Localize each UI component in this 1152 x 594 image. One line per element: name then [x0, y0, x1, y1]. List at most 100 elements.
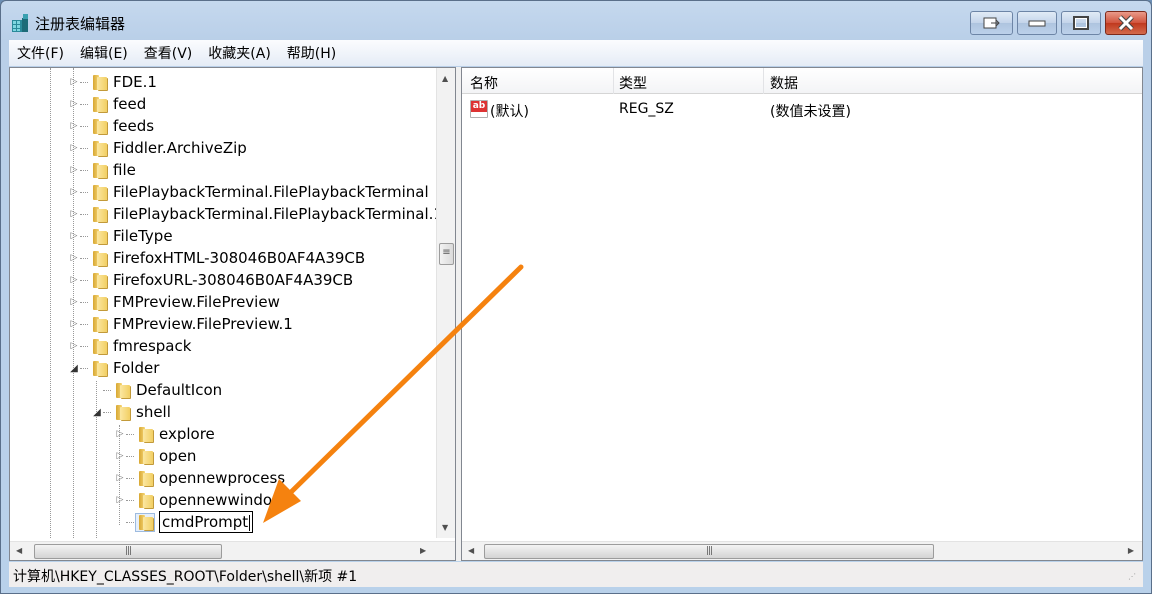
expand-arrow-icon[interactable]: ▷: [68, 99, 80, 109]
tree-item[interactable]: ▷ feed: [68, 93, 147, 115]
maximize-button[interactable]: [1061, 11, 1101, 35]
expand-arrow-icon[interactable]: ▷: [68, 297, 80, 307]
tree-vertical-scrollbar[interactable]: ▲ ≡ ▼: [436, 68, 455, 538]
tree-horizontal-scrollbar[interactable]: ◀ ||| ▶: [10, 541, 455, 560]
tree-item[interactable]: ▷ Fiddler.ArchiveZip: [68, 137, 247, 159]
expand-arrow-icon[interactable]: ▷: [68, 231, 80, 241]
registry-tree[interactable]: ▷ FDE.1 ▷ feed ▷ feeds ▷ Fiddler.ArchiveZip ▷ fil…: [9, 67, 456, 561]
tree-item[interactable]: ▷ explore: [114, 423, 215, 445]
tree-item[interactable]: ◢ shell: [91, 401, 171, 423]
folder-icon: [90, 272, 108, 289]
expand-arrow-icon[interactable]: ▷: [114, 451, 126, 461]
tree-item[interactable]: ▷ FilePlaybackTerminal.FilePlaybackTermin…: [68, 203, 443, 225]
expand-arrow-icon[interactable]: ▷: [68, 77, 80, 87]
tree-hscroll-thumb[interactable]: |||: [34, 544, 222, 559]
tree-item-label: explore: [159, 425, 215, 443]
tree-item[interactable]: ▷ FilePlaybackTerminal.FilePlaybackTermin…: [68, 181, 429, 203]
resize-grip-icon[interactable]: ⋰: [1128, 572, 1140, 584]
list-header: 名称 类型 数据: [462, 68, 1142, 94]
collapse-arrow-icon[interactable]: ◢: [68, 363, 80, 374]
tree-item[interactable]: ▷ FDE.1: [68, 71, 157, 93]
tree-item-label: FilePlaybackTerminal.FilePlaybackTermina…: [113, 183, 429, 201]
tree-item-label: fmrespack: [113, 337, 192, 355]
expand-arrow-icon[interactable]: ▷: [68, 165, 80, 175]
collapse-arrow-icon[interactable]: ◢: [91, 407, 103, 418]
tree-item[interactable]: ▷ FMPreview.FilePreview.1: [68, 313, 293, 335]
menu-favorites[interactable]: 收藏夹(A): [200, 43, 279, 63]
tree-connector: [80, 368, 88, 369]
tree-connector: [80, 126, 88, 127]
tree-item[interactable]: ▷ file: [68, 159, 136, 181]
expand-arrow-icon[interactable]: ▷: [68, 143, 80, 153]
tree-item[interactable]: DefaultIcon: [91, 379, 222, 401]
tree-item[interactable]: ◢ Folder: [68, 357, 159, 379]
expand-arrow-icon[interactable]: ▷: [68, 275, 80, 285]
close-icon: [1118, 15, 1134, 31]
menu-file[interactable]: 文件(F): [9, 43, 72, 63]
expand-arrow-icon[interactable]: ▷: [68, 121, 80, 131]
expand-arrow-icon[interactable]: ▷: [68, 341, 80, 351]
snap-button[interactable]: [970, 11, 1013, 35]
tree-item[interactable]: ▷ FirefoxURL-308046B0AF4A39CB: [68, 269, 354, 291]
tree-item[interactable]: ▷ FirefoxHTML-308046B0AF4A39CB: [68, 247, 366, 269]
list-horizontal-scrollbar[interactable]: ◀ ||| ▶: [462, 541, 1142, 560]
tree-item[interactable]: ▷ fmrespack: [68, 335, 192, 357]
value-name: (默认): [490, 104, 529, 120]
tree-item-label: opennewprocess: [159, 469, 286, 487]
expand-arrow-icon[interactable]: ▷: [68, 209, 80, 219]
list-row[interactable]: ab (默认) REG_SZ (数值未设置): [462, 98, 1142, 120]
tree-item-editing[interactable]: cmdPrompt: [114, 511, 254, 533]
scroll-right-arrow-icon[interactable]: ▶: [1128, 546, 1134, 555]
column-divider[interactable]: [613, 68, 614, 94]
tree-item-label: FileType: [113, 227, 173, 245]
column-header-type[interactable]: 类型: [619, 73, 647, 93]
expand-arrow-icon[interactable]: ▷: [68, 187, 80, 197]
tree-connector: [80, 302, 88, 303]
scroll-up-arrow-icon[interactable]: ▲: [442, 74, 448, 83]
tree-connector: [126, 478, 134, 479]
menu-view[interactable]: 查看(V): [136, 43, 201, 63]
expand-arrow-icon[interactable]: ▷: [114, 495, 126, 505]
tree-item-label: feed: [113, 95, 147, 113]
scroll-down-arrow-icon[interactable]: ▼: [442, 523, 448, 532]
tree-connector: [80, 236, 88, 237]
tree-connector: [103, 412, 111, 413]
tree-item-label: FMPreview.FilePreview.1: [113, 315, 293, 333]
tree-item[interactable]: ▷ FileType: [68, 225, 173, 247]
expand-arrow-icon[interactable]: ▷: [114, 429, 126, 439]
scroll-left-arrow-icon[interactable]: ◀: [16, 546, 22, 555]
values-list[interactable]: 名称 类型 数据 ab (默认) REG_SZ (数值未设置) ◀ ||| ▶: [461, 67, 1143, 561]
expand-arrow-icon[interactable]: ▷: [68, 319, 80, 329]
expand-arrow-icon[interactable]: ▷: [68, 253, 80, 263]
rename-key-input[interactable]: cmdPrompt: [159, 511, 254, 533]
tree-item-label: Folder: [113, 359, 160, 377]
text-caret: [249, 514, 251, 531]
column-header-data[interactable]: 数据: [770, 73, 798, 93]
registry-editor-window: 注册表编辑器 文件(F) 编辑(E) 查看(V) 收藏夹(A) 帮助(H) ▷ …: [0, 0, 1152, 594]
status-bar: 计算机\HKEY_CLASSES_ROOT\Folder\shell\新项 #1…: [9, 562, 1143, 587]
expand-arrow-icon[interactable]: ▷: [114, 473, 126, 483]
tree-vscroll-thumb[interactable]: ≡: [439, 243, 454, 265]
folder-icon: [136, 426, 154, 443]
title-bar[interactable]: 注册表编辑器: [1, 1, 1151, 39]
tree-item-label: shell: [136, 403, 171, 421]
scroll-left-arrow-icon[interactable]: ◀: [468, 546, 474, 555]
snap-icon: [983, 17, 1000, 29]
value-data: (数值未设置): [770, 104, 851, 120]
tree-item[interactable]: ▷ opennewwindow: [114, 489, 285, 511]
tree-item[interactable]: ▷ opennewprocess: [114, 467, 286, 489]
tree-item[interactable]: ▷ feeds: [68, 115, 155, 137]
maximize-icon: [1073, 16, 1089, 30]
menu-edit[interactable]: 编辑(E): [72, 43, 136, 63]
column-divider[interactable]: [763, 68, 764, 94]
list-hscroll-thumb[interactable]: |||: [484, 544, 934, 559]
tree-item-label: file: [113, 161, 136, 179]
scroll-right-arrow-icon[interactable]: ▶: [420, 546, 426, 555]
menu-help[interactable]: 帮助(H): [279, 43, 344, 63]
minimize-button[interactable]: [1017, 11, 1057, 35]
tree-item[interactable]: ▷ FMPreview.FilePreview: [68, 291, 280, 313]
column-header-name[interactable]: 名称: [470, 73, 498, 93]
close-button[interactable]: [1105, 11, 1147, 35]
folder-icon: [90, 338, 108, 355]
tree-item[interactable]: ▷ open: [114, 445, 197, 467]
